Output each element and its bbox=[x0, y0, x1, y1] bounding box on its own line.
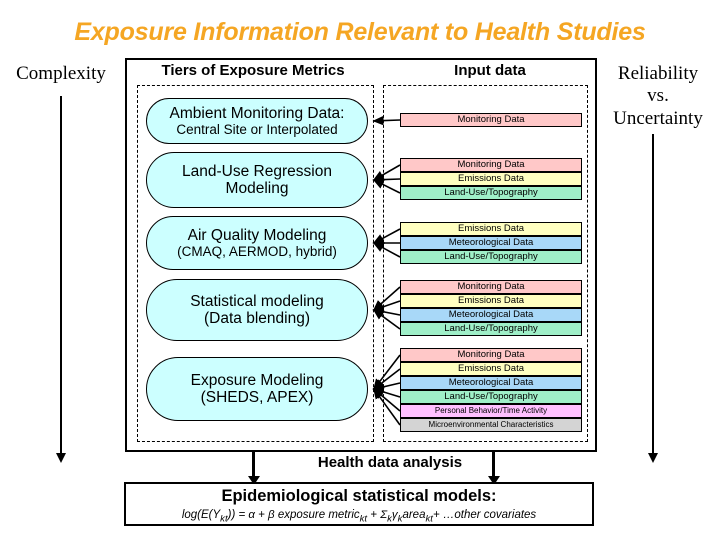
complexity-label: Complexity bbox=[16, 63, 106, 84]
data-row: Monitoring Data bbox=[400, 113, 582, 127]
data-row: Emissions Data bbox=[400, 294, 582, 308]
tier-label-line1: Statistical modeling bbox=[190, 292, 324, 310]
epi-formula: log(E(Ykt)) = α + β exposure metrickt + … bbox=[181, 508, 537, 525]
reliability-line-2: vs. bbox=[647, 85, 669, 107]
data-row: Meteorological Data bbox=[400, 376, 582, 390]
data-stack-statistical: Monitoring Data Emissions Data Meteorologi… bbox=[400, 280, 582, 336]
reliability-line-1: Reliability bbox=[617, 63, 699, 84]
tier-label-line1: Ambient Monitoring Data: bbox=[169, 104, 345, 122]
data-stack-exposure: Monitoring Data Emissions Data Meteorologi… bbox=[400, 348, 582, 432]
data-row: Microenvironmental Characteristics bbox=[400, 418, 582, 432]
tier-label-line2: Modeling bbox=[225, 180, 289, 197]
data-row: Meteorological Data bbox=[400, 236, 582, 250]
tier-air-quality-modeling[interactable]: Air Quality Modeling (CMAQ, AERMOD, hybr… bbox=[146, 216, 368, 270]
tier-label-line2: Central Site or Interpolated bbox=[176, 121, 338, 137]
data-row: Land-Use/Topography bbox=[400, 390, 582, 404]
data-row: Monitoring Data bbox=[400, 348, 582, 362]
tier-exposure-modeling[interactable]: Exposure Modeling (SHEDS, APEX) bbox=[146, 357, 368, 421]
data-stack-land-use: Monitoring Data Emissions Data Land-Use/To… bbox=[400, 158, 582, 200]
complexity-arrow bbox=[56, 96, 66, 463]
tier-label-line2: (CMAQ, AERMOD, hybrid) bbox=[177, 243, 337, 259]
diagram-canvas: Exposure Information Relevant to Health … bbox=[0, 0, 720, 540]
tier-label-line1: Land-Use Regression bbox=[182, 162, 332, 180]
data-row: Emissions Data bbox=[400, 362, 582, 376]
data-row: Land-Use/Topography bbox=[400, 186, 582, 200]
data-row: Land-Use/Topography bbox=[400, 250, 582, 264]
tier-label-line1: Air Quality Modeling bbox=[187, 226, 327, 244]
tier-ambient-monitoring[interactable]: Ambient Monitoring Data: Central Site or… bbox=[146, 98, 368, 144]
data-row: Land-Use/Topography bbox=[400, 322, 582, 336]
data-row: Monitoring Data bbox=[400, 158, 582, 172]
data-row: Monitoring Data bbox=[400, 280, 582, 294]
data-stack-ambient: Monitoring Data bbox=[400, 113, 582, 127]
health-data-analysis-label: Health data analysis bbox=[317, 454, 463, 471]
data-row: Personal Behavior/Time Activity bbox=[400, 404, 582, 418]
tier-land-use-regression[interactable]: Land-Use Regression Modeling bbox=[146, 152, 368, 208]
reliability-line-3: Uncertainty bbox=[613, 107, 703, 129]
reliability-label: Reliability vs. Uncertainty bbox=[598, 63, 718, 130]
epidemiological-models-box: Epidemiological statistical models: log(… bbox=[124, 482, 594, 526]
tier-label-line2: (Data blending) bbox=[204, 310, 310, 327]
data-row: Emissions Data bbox=[400, 172, 582, 186]
data-stack-air-quality: Emissions Data Meteorological Data Land-Us… bbox=[400, 222, 582, 264]
tier-label-line2: (SHEDS, APEX) bbox=[200, 389, 314, 406]
health-arrow-left bbox=[247, 452, 260, 485]
data-row: Emissions Data bbox=[400, 222, 582, 236]
tiers-column-header: Tiers of Exposure Metrics bbox=[161, 62, 345, 79]
data-row: Meteorological Data bbox=[400, 308, 582, 322]
tier-label-line1: Exposure Modeling bbox=[190, 371, 324, 389]
tier-statistical-modeling[interactable]: Statistical modeling (Data blending) bbox=[146, 279, 368, 341]
input-data-column-header: Input data bbox=[454, 62, 526, 79]
epi-title: Epidemiological statistical models: bbox=[221, 487, 497, 505]
page-title: Exposure Information Relevant to Health … bbox=[74, 18, 646, 46]
uncertainty-arrow bbox=[648, 134, 658, 463]
